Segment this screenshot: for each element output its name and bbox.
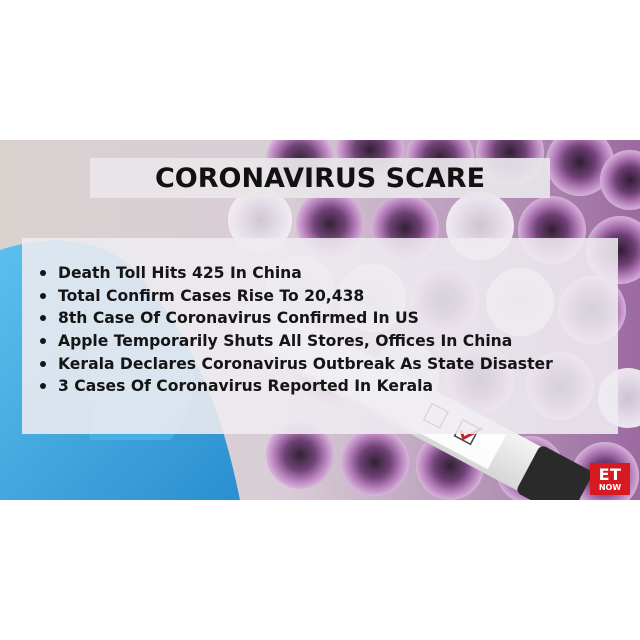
bullet-dot-icon <box>40 383 46 390</box>
bullet-dot-icon <box>40 360 46 367</box>
news-bullet-text: 3 Cases Of Coronavirus Reported In Keral… <box>58 377 434 396</box>
headline-title: CORONAVIRUS SCARE <box>154 162 486 194</box>
post-frame: CORONAVIRUS SCARE Death Toll Hits 425 In… <box>0 0 640 640</box>
news-bullet-item: Kerala Declares Coronavirus Outbreak As … <box>40 352 618 375</box>
news-bullet-text: 8th Case Of Coronavirus Confirmed In US <box>58 309 419 328</box>
news-bullet-item: 3 Cases Of Coronavirus Reported In Keral… <box>40 375 618 398</box>
bullet-dot-icon <box>40 270 46 277</box>
bullet-dot-icon <box>40 315 46 322</box>
news-bullets-panel: Death Toll Hits 425 In China Total Confi… <box>22 238 618 434</box>
logo-text-now: NOW <box>598 482 622 492</box>
news-bullet-item: 8th Case Of Coronavirus Confirmed In US <box>40 307 618 330</box>
title-banner: CORONAVIRUS SCARE <box>90 158 550 198</box>
news-bullet-text: Total Confirm Cases Rise To 20,438 <box>58 286 365 305</box>
news-bullet-text: Apple Temporarily Shuts All Stores, Offi… <box>58 332 513 351</box>
news-bullet-item: Death Toll Hits 425 In China <box>40 262 618 285</box>
logo-text-et: ET <box>598 464 622 484</box>
bullet-dot-icon <box>40 338 46 345</box>
et-now-logo: ET NOW <box>590 463 630 495</box>
news-bullet-item: Apple Temporarily Shuts All Stores, Offi… <box>40 330 618 353</box>
news-bullet-list: Death Toll Hits 425 In China Total Confi… <box>40 262 618 398</box>
news-bullet-text: Death Toll Hits 425 In China <box>58 264 302 283</box>
news-bullet-item: Total Confirm Cases Rise To 20,438 <box>40 285 618 308</box>
news-bullet-text: Kerala Declares Coronavirus Outbreak As … <box>58 354 553 373</box>
bullet-dot-icon <box>40 292 46 299</box>
